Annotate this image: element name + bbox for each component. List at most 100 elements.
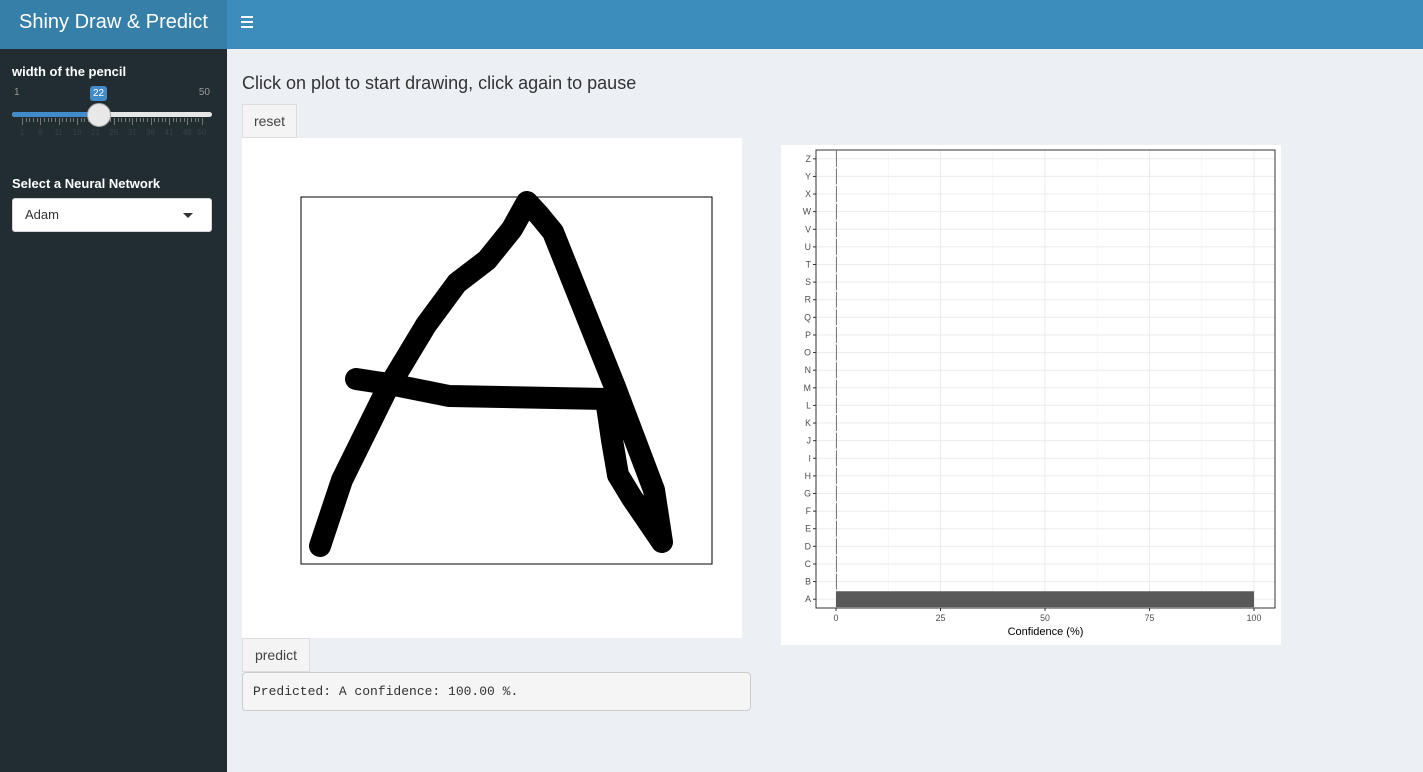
bar-z <box>836 150 837 167</box>
slider-tick <box>44 118 46 122</box>
prediction-output: Predicted: A confidence: 100.00 %. <box>242 672 751 711</box>
slider-tick <box>22 118 23 125</box>
chevron-down-icon <box>183 213 193 218</box>
slider-tick-label: 1 <box>19 128 25 137</box>
app-title: Shiny Draw & Predict <box>0 0 227 49</box>
bar-b <box>836 573 837 590</box>
slider-tick <box>143 118 145 122</box>
x-tick-label: 75 <box>1145 613 1155 623</box>
bar-o <box>836 344 837 361</box>
slider-tick <box>187 118 189 125</box>
slider-tick-label: 50 <box>197 128 207 137</box>
slider-tick <box>73 118 75 122</box>
y-tick-label: M <box>804 383 811 393</box>
pencil-width-label: width of the pencil <box>12 64 127 79</box>
slider-tick <box>121 118 123 122</box>
y-tick-label: R <box>805 295 811 305</box>
bar-i <box>836 450 837 467</box>
slider-tick <box>113 118 115 125</box>
network-select[interactable]: Adam <box>12 198 212 232</box>
slider-tick <box>84 118 86 122</box>
slider-tick <box>33 118 35 122</box>
slider-tick <box>157 118 159 122</box>
slider-tick <box>66 118 68 122</box>
bar-r <box>836 291 837 308</box>
slider-value-badge: 22 <box>90 86 107 101</box>
slider-tick-label: 36 <box>146 128 156 137</box>
y-tick-label: A <box>805 594 811 604</box>
y-tick-label: B <box>805 577 811 587</box>
slider-tick-label: 6 <box>38 128 43 137</box>
network-select-value: Adam <box>25 207 59 222</box>
slider-min-label: 1 <box>14 87 20 98</box>
slider-tick <box>154 118 156 122</box>
network-select-label: Select a Neural Network <box>12 176 161 191</box>
confidence-chart-svg: ABCDEFGHIJKLMNOPQRSTUVWXYZ 0 25 50 75 100 Conf… <box>803 149 1276 638</box>
drawing-canvas[interactable] <box>242 138 742 638</box>
x-tick-label: 50 <box>1040 613 1050 623</box>
hamburger-icon[interactable] <box>241 16 253 30</box>
bar-v <box>836 221 837 238</box>
drawing-svg[interactable] <box>242 138 742 638</box>
y-tick-label: K <box>805 418 811 428</box>
bar-j <box>836 432 837 449</box>
y-tick-label: P <box>805 330 811 340</box>
y-tick-label: F <box>806 506 812 516</box>
bar-t <box>836 256 837 273</box>
reset-button[interactable]: reset <box>242 104 297 138</box>
bar-x <box>836 186 837 202</box>
y-tick-label: X <box>805 189 811 199</box>
bar-g <box>836 485 837 502</box>
predict-button[interactable]: predict <box>242 638 310 672</box>
bar-l <box>836 397 837 414</box>
slider-tick-label: 41 <box>164 128 174 137</box>
y-tick-label: V <box>805 224 811 234</box>
slider-tick-label: 11 <box>54 128 63 137</box>
bar-u <box>836 238 837 255</box>
slider-tick <box>29 118 31 122</box>
y-tick-label: L <box>806 400 811 410</box>
slider-tick <box>202 118 203 125</box>
slider-tick <box>40 118 42 125</box>
drawing-instructions: Click on plot to start drawing, click ag… <box>242 73 637 93</box>
y-tick-label: T <box>806 260 812 270</box>
slider-tick <box>172 118 174 122</box>
pencil-width-slider[interactable]: 1 50 22 1 6 11 16 21 26 31 36 41 46 50 <box>12 84 212 144</box>
slider-tick-label: 31 <box>127 128 137 137</box>
slider-tick <box>58 118 60 125</box>
slider-tick <box>190 118 192 122</box>
bar-s <box>836 274 837 291</box>
slider-tick <box>132 118 134 125</box>
top-navbar <box>227 0 1423 49</box>
bar-f <box>836 503 837 520</box>
bar-a <box>836 591 1254 608</box>
slider-tick-label: 26 <box>109 128 119 137</box>
y-tick-label: N <box>805 365 811 375</box>
bar-h <box>836 467 837 484</box>
slider-tick <box>77 118 79 125</box>
slider-tick <box>47 118 49 122</box>
slider-tick <box>135 118 137 122</box>
bar-d <box>836 538 837 555</box>
slider-tick <box>124 118 126 122</box>
bar-c <box>836 556 837 572</box>
slider-max-label: 50 <box>198 87 210 98</box>
bar-m <box>836 379 837 396</box>
x-tick-label: 0 <box>834 613 839 623</box>
y-tick-label: G <box>804 489 811 499</box>
bar-w <box>836 203 837 220</box>
slider-fill <box>12 112 100 117</box>
y-tick-label: I <box>809 453 811 463</box>
slider-tick <box>183 118 185 122</box>
slider-tick <box>165 118 167 122</box>
slider-tick <box>25 118 27 122</box>
bar-e <box>836 520 837 537</box>
slider-ticks <box>12 118 212 126</box>
slider-tick <box>150 118 152 125</box>
x-tick-label: 100 <box>1247 613 1262 623</box>
slider-track[interactable] <box>12 112 212 117</box>
slider-tick <box>179 118 181 122</box>
slider-tick-labels: 1 6 11 16 21 26 31 36 41 46 50 <box>12 128 212 138</box>
slider-handle[interactable] <box>87 103 112 127</box>
y-tick-label: Y <box>805 171 811 181</box>
